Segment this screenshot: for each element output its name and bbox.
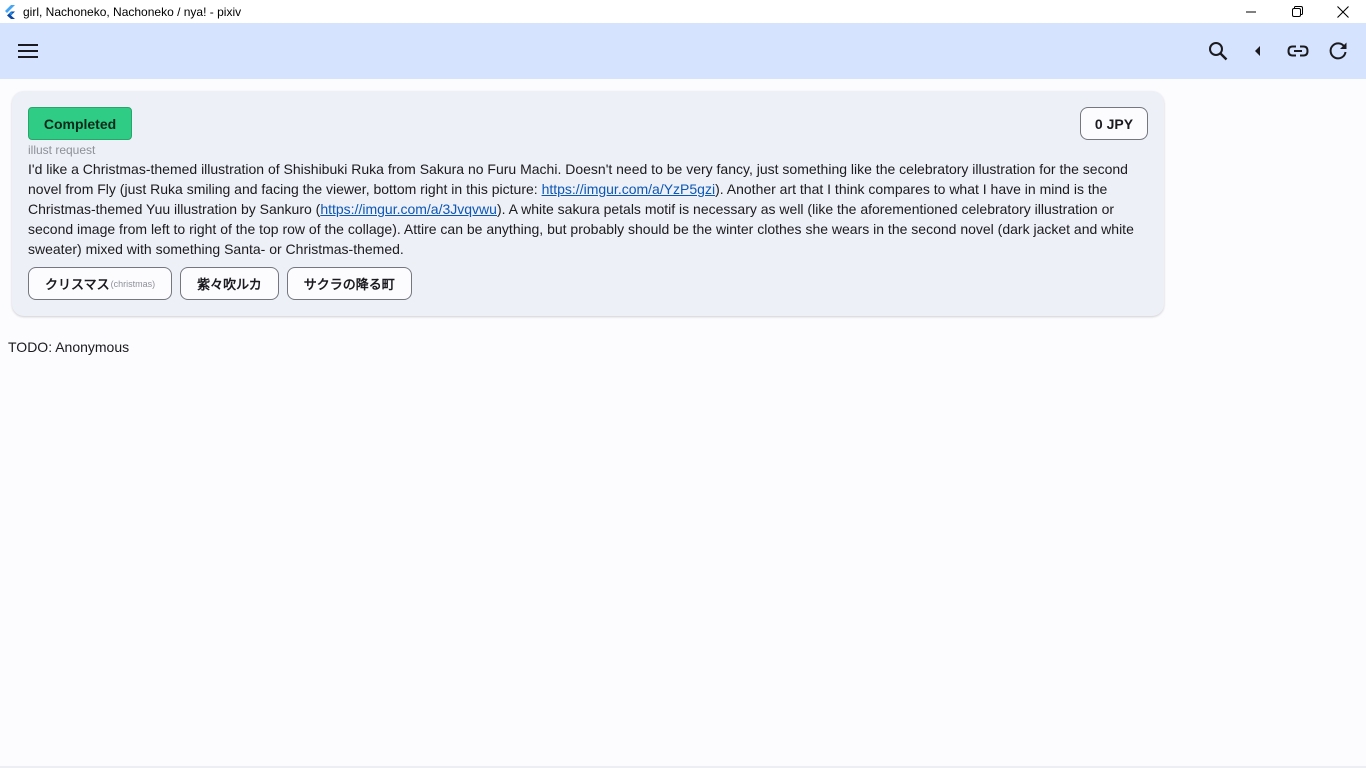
menu-button[interactable] <box>14 37 42 65</box>
tag-christmas[interactable]: クリスマス (christmas) <box>28 267 173 300</box>
refresh-icon <box>1329 42 1347 60</box>
app-bar <box>0 23 1366 79</box>
tag-list: クリスマス (christmas) 紫々吹ルカ サクラの降る町 <box>28 267 412 300</box>
menu-icon <box>18 44 38 58</box>
app-bar-actions <box>1198 37 1358 65</box>
close-button[interactable] <box>1320 0 1366 23</box>
tag-translation: (christmas) <box>110 278 156 289</box>
refresh-button[interactable] <box>1318 37 1358 65</box>
imgur-link-2[interactable]: https://imgur.com/a/3Jvqvwu <box>320 201 497 217</box>
tag-shishibuki-ruka[interactable]: 紫々吹ルカ <box>180 267 279 300</box>
arrow-left-icon <box>1255 46 1260 56</box>
window-controls <box>1228 0 1366 23</box>
collapse-button[interactable] <box>1238 37 1278 65</box>
tag-label: クリスマス <box>45 277 110 292</box>
window-title: girl, Nachoneko, Nachoneko / nya! - pixi… <box>23 4 242 19</box>
copy-link-button[interactable] <box>1278 37 1318 65</box>
restore-button[interactable] <box>1274 0 1320 23</box>
imgur-link-1[interactable]: https://imgur.com/a/YzP5gzi <box>542 181 716 197</box>
main-content: Completed 0 JPY illust request I'd like … <box>0 79 1366 768</box>
tag-label: サクラの降る町 <box>303 277 395 292</box>
price-badge: 0 JPY <box>1080 107 1148 140</box>
request-description: I'd like a Christmas-themed illustration… <box>28 159 1152 259</box>
search-button[interactable] <box>1198 37 1238 65</box>
search-icon <box>1209 42 1228 61</box>
flutter-logo-icon <box>4 4 18 20</box>
restore-icon <box>1291 6 1303 17</box>
tag-sakura-no-furu-machi[interactable]: サクラの降る町 <box>286 267 412 300</box>
link-icon <box>1287 45 1309 57</box>
window-titlebar: girl, Nachoneko, Nachoneko / nya! - pixi… <box>0 0 1366 23</box>
status-badge: Completed <box>28 107 132 140</box>
minimize-icon <box>1246 11 1256 12</box>
request-type-label: illust request <box>28 143 96 157</box>
requester-name: TODO: Anonymous <box>8 339 130 355</box>
tag-label: 紫々吹ルカ <box>197 277 262 292</box>
request-card: Completed 0 JPY illust request I'd like … <box>12 91 1164 316</box>
minimize-button[interactable] <box>1228 0 1274 23</box>
close-icon <box>1337 5 1349 18</box>
